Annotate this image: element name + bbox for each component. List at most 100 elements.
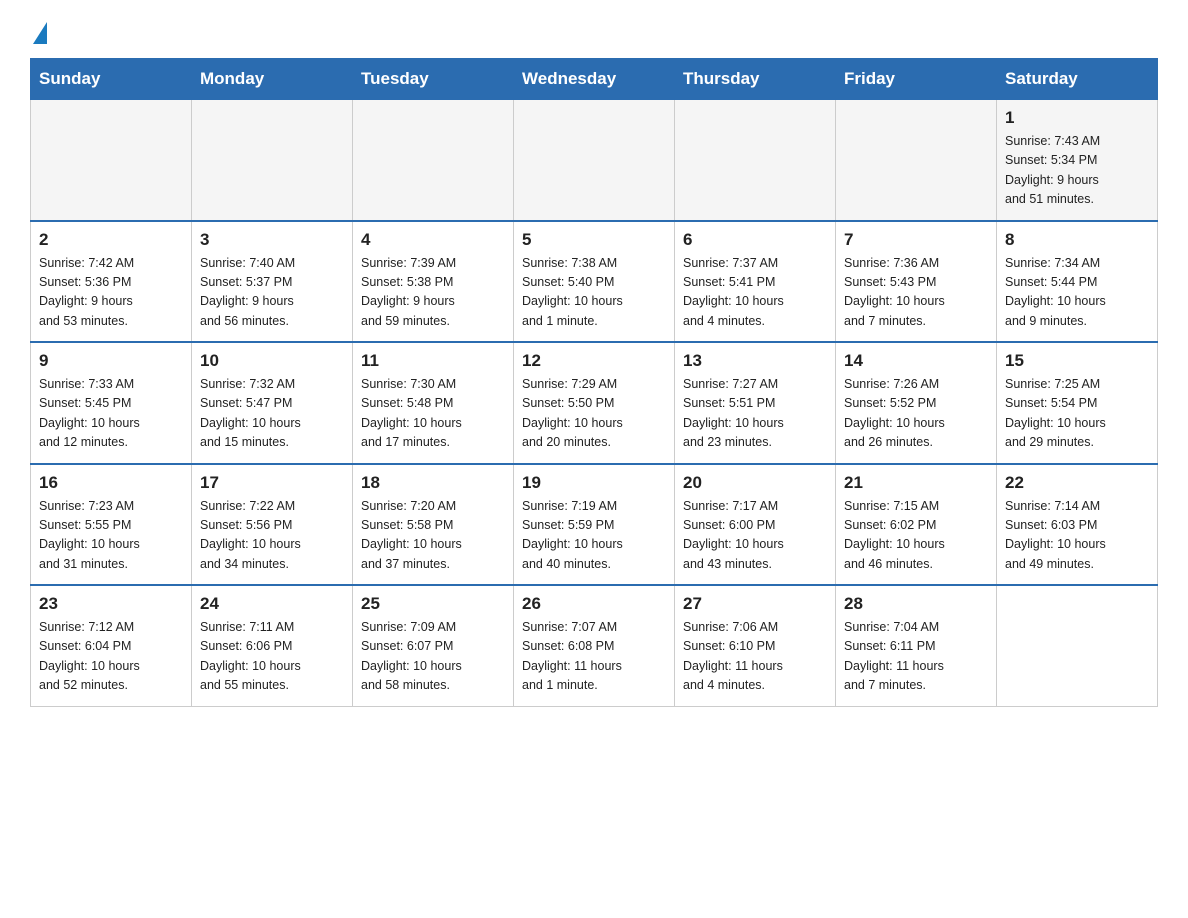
calendar-cell: 11 Sunrise: 7:30 AMSunset: 5:48 PMDayligh… — [353, 342, 514, 464]
day-number: 9 — [39, 351, 183, 371]
calendar-cell: 17 Sunrise: 7:22 AMSunset: 5:56 PMDayligh… — [192, 464, 353, 586]
day-info: Sunrise: 7:27 AMSunset: 5:51 PMDaylight:… — [683, 375, 827, 453]
calendar-week-row: 16 Sunrise: 7:23 AMSunset: 5:55 PMDayligh… — [31, 464, 1158, 586]
day-info: Sunrise: 7:25 AMSunset: 5:54 PMDaylight:… — [1005, 375, 1149, 453]
day-info: Sunrise: 7:14 AMSunset: 6:03 PMDaylight:… — [1005, 497, 1149, 575]
calendar-cell: 23 Sunrise: 7:12 AMSunset: 6:04 PMDayligh… — [31, 585, 192, 706]
day-info: Sunrise: 7:32 AMSunset: 5:47 PMDaylight:… — [200, 375, 344, 453]
calendar-cell: 12 Sunrise: 7:29 AMSunset: 5:50 PMDayligh… — [514, 342, 675, 464]
calendar-cell — [514, 100, 675, 221]
calendar-week-row: 23 Sunrise: 7:12 AMSunset: 6:04 PMDayligh… — [31, 585, 1158, 706]
day-info: Sunrise: 7:38 AMSunset: 5:40 PMDaylight:… — [522, 254, 666, 332]
day-number: 10 — [200, 351, 344, 371]
calendar-cell: 19 Sunrise: 7:19 AMSunset: 5:59 PMDayligh… — [514, 464, 675, 586]
day-number: 18 — [361, 473, 505, 493]
calendar-cell — [675, 100, 836, 221]
calendar-cell: 20Sunrise: 7:17 AMSunset: 6:00 PMDayligh… — [675, 464, 836, 586]
day-info: Sunrise: 7:42 AMSunset: 5:36 PMDaylight:… — [39, 254, 183, 332]
calendar-cell — [997, 585, 1158, 706]
weekday-header-thursday: Thursday — [675, 59, 836, 100]
calendar-table: SundayMondayTuesdayWednesdayThursdayFrid… — [30, 58, 1158, 707]
day-number: 4 — [361, 230, 505, 250]
day-info: Sunrise: 7:04 AMSunset: 6:11 PMDaylight:… — [844, 618, 988, 696]
calendar-cell: 14 Sunrise: 7:26 AMSunset: 5:52 PMDayligh… — [836, 342, 997, 464]
weekday-header-row: SundayMondayTuesdayWednesdayThursdayFrid… — [31, 59, 1158, 100]
day-number: 2 — [39, 230, 183, 250]
day-info: Sunrise: 7:39 AMSunset: 5:38 PMDaylight:… — [361, 254, 505, 332]
day-info: Sunrise: 7:19 AMSunset: 5:59 PMDaylight:… — [522, 497, 666, 575]
day-number: 20 — [683, 473, 827, 493]
page-header — [30, 20, 1158, 40]
day-number: 19 — [522, 473, 666, 493]
calendar-cell: 26 Sunrise: 7:07 AMSunset: 6:08 PMDayligh… — [514, 585, 675, 706]
day-number: 22 — [1005, 473, 1149, 493]
day-info: Sunrise: 7:37 AMSunset: 5:41 PMDaylight:… — [683, 254, 827, 332]
day-info: Sunrise: 7:43 AMSunset: 5:34 PMDaylight:… — [1005, 132, 1149, 210]
weekday-header-sunday: Sunday — [31, 59, 192, 100]
weekday-header-wednesday: Wednesday — [514, 59, 675, 100]
calendar-cell — [31, 100, 192, 221]
logo — [30, 20, 47, 40]
day-number: 5 — [522, 230, 666, 250]
calendar-cell: 10 Sunrise: 7:32 AMSunset: 5:47 PMDayligh… — [192, 342, 353, 464]
day-number: 26 — [522, 594, 666, 614]
day-info: Sunrise: 7:20 AMSunset: 5:58 PMDaylight:… — [361, 497, 505, 575]
day-info: Sunrise: 7:30 AMSunset: 5:48 PMDaylight:… — [361, 375, 505, 453]
day-number: 17 — [200, 473, 344, 493]
day-info: Sunrise: 7:12 AMSunset: 6:04 PMDaylight:… — [39, 618, 183, 696]
weekday-header-friday: Friday — [836, 59, 997, 100]
day-number: 28 — [844, 594, 988, 614]
day-number: 15 — [1005, 351, 1149, 371]
day-info: Sunrise: 7:07 AMSunset: 6:08 PMDaylight:… — [522, 618, 666, 696]
calendar-week-row: 2 Sunrise: 7:42 AMSunset: 5:36 PMDaylight… — [31, 221, 1158, 343]
day-number: 11 — [361, 351, 505, 371]
weekday-header-monday: Monday — [192, 59, 353, 100]
day-number: 7 — [844, 230, 988, 250]
day-info: Sunrise: 7:23 AMSunset: 5:55 PMDaylight:… — [39, 497, 183, 575]
day-number: 8 — [1005, 230, 1149, 250]
day-info: Sunrise: 7:36 AMSunset: 5:43 PMDaylight:… — [844, 254, 988, 332]
calendar-cell: 6 Sunrise: 7:37 AMSunset: 5:41 PMDaylight… — [675, 221, 836, 343]
day-number: 3 — [200, 230, 344, 250]
logo-triangle-icon — [33, 22, 47, 44]
day-info: Sunrise: 7:09 AMSunset: 6:07 PMDaylight:… — [361, 618, 505, 696]
day-info: Sunrise: 7:15 AMSunset: 6:02 PMDaylight:… — [844, 497, 988, 575]
weekday-header-tuesday: Tuesday — [353, 59, 514, 100]
calendar-cell: 8 Sunrise: 7:34 AMSunset: 5:44 PMDaylight… — [997, 221, 1158, 343]
calendar-cell: 24 Sunrise: 7:11 AMSunset: 6:06 PMDayligh… — [192, 585, 353, 706]
weekday-header-saturday: Saturday — [997, 59, 1158, 100]
calendar-cell: 4 Sunrise: 7:39 AMSunset: 5:38 PMDaylight… — [353, 221, 514, 343]
day-number: 21 — [844, 473, 988, 493]
day-number: 14 — [844, 351, 988, 371]
day-number: 23 — [39, 594, 183, 614]
calendar-cell: 2 Sunrise: 7:42 AMSunset: 5:36 PMDaylight… — [31, 221, 192, 343]
day-number: 6 — [683, 230, 827, 250]
day-info: Sunrise: 7:34 AMSunset: 5:44 PMDaylight:… — [1005, 254, 1149, 332]
calendar-week-row: 9 Sunrise: 7:33 AMSunset: 5:45 PMDaylight… — [31, 342, 1158, 464]
calendar-cell: 21 Sunrise: 7:15 AMSunset: 6:02 PMDayligh… — [836, 464, 997, 586]
day-info: Sunrise: 7:29 AMSunset: 5:50 PMDaylight:… — [522, 375, 666, 453]
calendar-cell: 1 Sunrise: 7:43 AMSunset: 5:34 PMDaylight… — [997, 100, 1158, 221]
day-info: Sunrise: 7:26 AMSunset: 5:52 PMDaylight:… — [844, 375, 988, 453]
calendar-cell: 27Sunrise: 7:06 AMSunset: 6:10 PMDayligh… — [675, 585, 836, 706]
calendar-cell: 25 Sunrise: 7:09 AMSunset: 6:07 PMDayligh… — [353, 585, 514, 706]
day-info: Sunrise: 7:33 AMSunset: 5:45 PMDaylight:… — [39, 375, 183, 453]
day-info: Sunrise: 7:06 AMSunset: 6:10 PMDaylight:… — [683, 618, 827, 696]
day-number: 13 — [683, 351, 827, 371]
day-number: 24 — [200, 594, 344, 614]
day-number: 25 — [361, 594, 505, 614]
calendar-cell — [836, 100, 997, 221]
calendar-cell: 3Sunrise: 7:40 AMSunset: 5:37 PMDaylight… — [192, 221, 353, 343]
calendar-cell: 15 Sunrise: 7:25 AMSunset: 5:54 PMDayligh… — [997, 342, 1158, 464]
calendar-cell — [353, 100, 514, 221]
calendar-week-row: 1 Sunrise: 7:43 AMSunset: 5:34 PMDaylight… — [31, 100, 1158, 221]
day-number: 1 — [1005, 108, 1149, 128]
calendar-cell: 5 Sunrise: 7:38 AMSunset: 5:40 PMDaylight… — [514, 221, 675, 343]
calendar-cell — [192, 100, 353, 221]
day-info: Sunrise: 7:22 AMSunset: 5:56 PMDaylight:… — [200, 497, 344, 575]
day-info: Sunrise: 7:11 AMSunset: 6:06 PMDaylight:… — [200, 618, 344, 696]
day-number: 12 — [522, 351, 666, 371]
calendar-cell: 9 Sunrise: 7:33 AMSunset: 5:45 PMDaylight… — [31, 342, 192, 464]
calendar-cell: 28 Sunrise: 7:04 AMSunset: 6:11 PMDayligh… — [836, 585, 997, 706]
day-number: 16 — [39, 473, 183, 493]
